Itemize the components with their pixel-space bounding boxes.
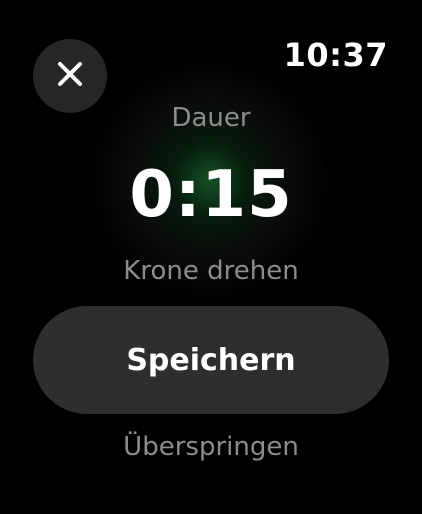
- duration-value[interactable]: 0:15: [0, 158, 422, 232]
- status-time: 10:37: [283, 36, 388, 74]
- watch-screen: 10:37 Dauer 0:15 Krone drehen Speichern …: [0, 0, 422, 514]
- crown-hint: Krone drehen: [123, 256, 299, 286]
- skip-button[interactable]: Überspringen: [0, 432, 422, 462]
- save-button[interactable]: Speichern: [33, 306, 389, 414]
- close-button[interactable]: [33, 39, 107, 113]
- duration-label: Dauer: [171, 103, 251, 133]
- close-icon: [55, 59, 85, 93]
- save-button-label: Speichern: [126, 342, 296, 378]
